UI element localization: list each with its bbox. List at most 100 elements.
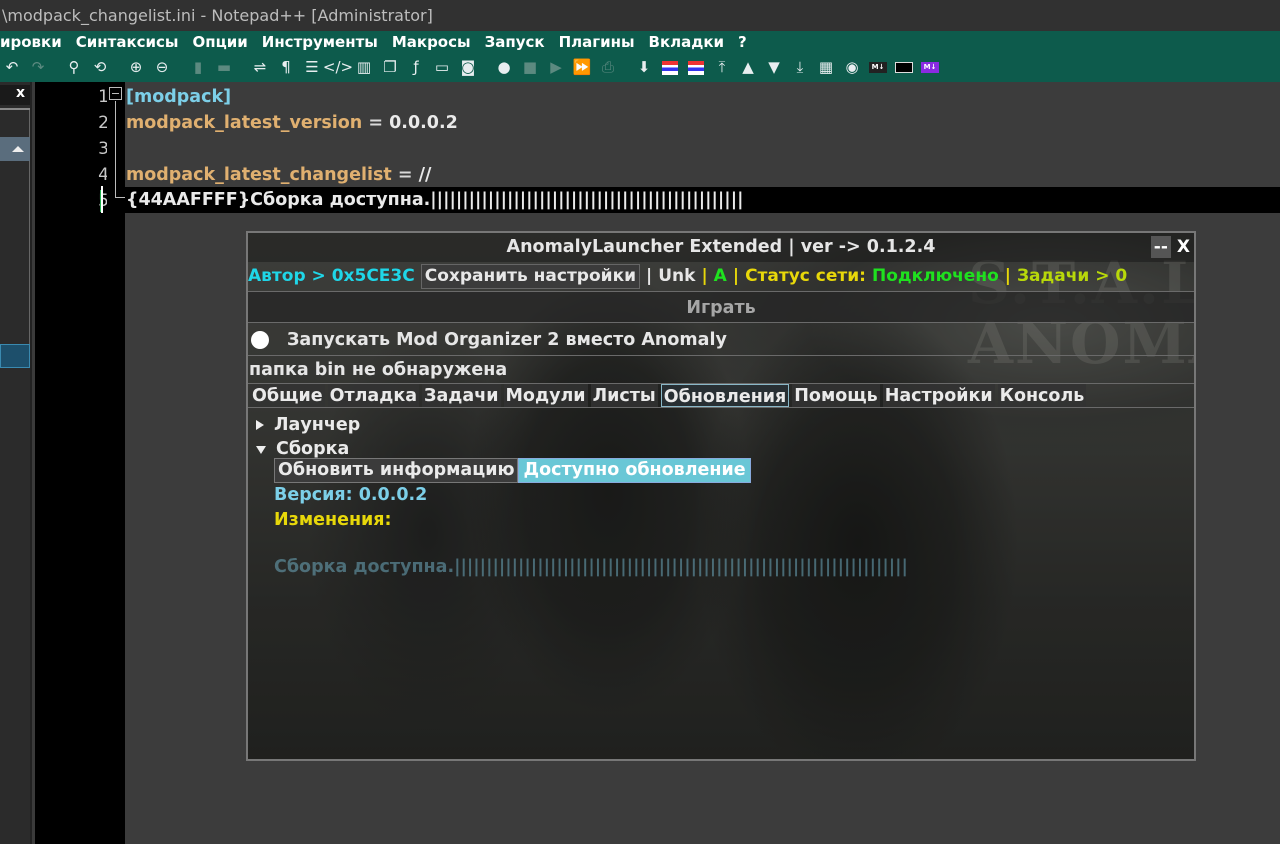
menu-tabs[interactable]: Вкладки [642, 31, 732, 53]
menu-run[interactable]: Запуск [478, 31, 552, 53]
toolbar-separator [53, 57, 59, 79]
sync-v-icon[interactable]: ▮ [187, 57, 209, 79]
tab-general[interactable]: Общие [250, 384, 325, 407]
menu-tools[interactable]: Инструменты [255, 31, 385, 53]
tab-modules[interactable]: Модули [503, 384, 588, 407]
line-number: 2 [98, 113, 109, 133]
screenshot-icon[interactable]: ◙ [457, 57, 479, 79]
find-icon[interactable]: ⚲ [63, 57, 85, 79]
ini-value: {44AAFFFF}Сборка доступна.||||||||||||||… [126, 190, 744, 210]
toolbar-separator [623, 57, 629, 79]
toolbar-separator [115, 57, 121, 79]
diff-nav-icon[interactable]: ▦ [815, 57, 837, 79]
separator: | [646, 266, 653, 286]
save-macro-icon[interactable]: ⎙ [597, 57, 619, 79]
replace-icon[interactable]: ⟲ [89, 57, 111, 79]
ini-value: 0.0.0.2 [389, 113, 458, 133]
menu-macros[interactable]: Макросы [385, 31, 478, 53]
line-number-gutter: 1 2 3 4 5 [35, 82, 109, 844]
mo2-option[interactable]: Запускать Mod Organizer 2 вместо Anomaly [248, 324, 1194, 356]
code-line-5[interactable]: {44AAFFFF}Сборка доступна.||||||||||||||… [126, 190, 743, 210]
xml-tag-icon[interactable]: </> [323, 57, 353, 79]
menu-bar: ировки Синтаксисы Опции Инструменты Макр… [0, 31, 1280, 53]
play-button[interactable]: Играть [248, 291, 1194, 323]
indent-guide-icon[interactable]: ☰ [301, 57, 323, 79]
left-panel: x [0, 82, 32, 844]
record-macro-icon[interactable]: ● [493, 57, 515, 79]
scroll-up-button[interactable] [0, 137, 30, 161]
prev-diff-icon[interactable]: ▲ [737, 57, 759, 79]
menu-encoding[interactable]: ировки [0, 31, 69, 53]
code-line-1[interactable]: [modpack] [126, 87, 231, 107]
stop-macro-icon[interactable]: ■ [519, 57, 541, 79]
code-line-4[interactable]: modpack_latest_changelist = // [126, 165, 431, 185]
mo2-option-label: Запускать Mod Organizer 2 вместо Anomaly [287, 329, 727, 350]
network-status-label: Статус сети: [745, 266, 866, 286]
first-diff-icon[interactable]: ⤒ [711, 57, 733, 79]
panel-close-button[interactable]: x [0, 85, 30, 105]
fold-margin [107, 82, 125, 844]
toolbar: ↶ ↷ ⚲ ⟲ ⊕ ⊖ ▮ ▬ ⇌ ¶ ☰ </> ▥ ❐ ƒ ▭ ◙ ● ■ … [0, 53, 1280, 82]
redo-icon[interactable]: ↷ [27, 57, 49, 79]
code-line-2[interactable]: modpack_latest_version = 0.0.0.2 [126, 113, 458, 133]
md-purple-icon[interactable]: M↓ [919, 57, 941, 79]
panel-selected-item[interactable] [0, 344, 30, 368]
last-diff-icon[interactable]: ⤓ [789, 57, 811, 79]
word-wrap-icon[interactable]: ⇌ [249, 57, 271, 79]
tab-console[interactable]: Консоль [997, 384, 1087, 407]
toolbar-separator [177, 57, 183, 79]
close-button[interactable]: X [1177, 236, 1190, 258]
a-label: A [713, 266, 727, 286]
ini-section: [modpack] [126, 87, 232, 107]
console-icon[interactable] [893, 57, 915, 79]
version-label: Версия: 0.0.0.2 [274, 485, 428, 505]
refresh-info-button[interactable]: Обновить информацию [274, 458, 519, 483]
save-settings-button[interactable]: Сохранить настройки [420, 264, 641, 289]
menu-syntax[interactable]: Синтаксисы [69, 31, 186, 53]
md-icon[interactable]: M↓ [867, 57, 889, 79]
settings-icon[interactable]: ◉ [841, 57, 863, 79]
separator: | [732, 266, 740, 286]
doc-list-icon[interactable]: ❐ [379, 57, 401, 79]
clear-compare-icon[interactable] [685, 57, 707, 79]
panel-header-line [0, 108, 30, 110]
unk-label: Unk [658, 266, 696, 286]
tab-bar: Общие Отладка Задачи Модули Листы Обновл… [248, 383, 1194, 408]
undo-icon[interactable]: ↶ [1, 57, 23, 79]
ini-operator: = [391, 165, 419, 185]
monitor-icon[interactable]: ▭ [431, 57, 453, 79]
chevron-down-icon [256, 446, 266, 454]
minimize-button[interactable]: -- [1150, 236, 1171, 258]
next-diff-icon[interactable]: ▼ [763, 57, 785, 79]
fold-toggle-icon[interactable] [109, 87, 122, 100]
sync-h-icon[interactable]: ▬ [213, 57, 235, 79]
show-all-chars-icon[interactable]: ¶ [275, 57, 297, 79]
menu-options[interactable]: Опции [186, 31, 255, 53]
tab-tasks[interactable]: Задачи [422, 384, 501, 407]
function-list-icon[interactable]: ƒ [405, 57, 427, 79]
compare-icon[interactable] [659, 57, 681, 79]
ini-operator: = [362, 113, 390, 133]
menu-help[interactable]: ? [731, 31, 754, 53]
chevron-right-icon [256, 420, 264, 430]
tab-help[interactable]: Помощь [792, 384, 880, 407]
doc-map-icon[interactable]: ▥ [353, 57, 375, 79]
zoom-out-icon[interactable]: ⊖ [151, 57, 173, 79]
tree-item-launcher[interactable]: Лаунчер [256, 413, 360, 437]
tab-settings[interactable]: Настройки [882, 384, 995, 407]
line-number: 4 [98, 165, 109, 185]
mo2-radio[interactable] [251, 330, 269, 349]
play-macro-icon[interactable]: ▶ [545, 57, 567, 79]
tab-updates[interactable]: Обновления [660, 384, 790, 407]
zoom-in-icon[interactable]: ⊕ [125, 57, 147, 79]
tab-debug[interactable]: Отладка [327, 384, 420, 407]
tab-sheets[interactable]: Листы [590, 384, 658, 407]
window-controls: -- X [1150, 236, 1190, 258]
tree-item-label: Лаунчер [274, 415, 361, 435]
tree-item-label: Сборка [276, 439, 350, 459]
run-macro-multiple-icon[interactable]: ⏩ [571, 57, 593, 79]
menu-plugins[interactable]: Плагины [552, 31, 642, 53]
update-available-button[interactable]: Доступно обновление [518, 458, 751, 483]
bookmark-icon[interactable]: ⬇ [633, 57, 655, 79]
tasks-label: Задачи > 0 [1016, 266, 1128, 286]
